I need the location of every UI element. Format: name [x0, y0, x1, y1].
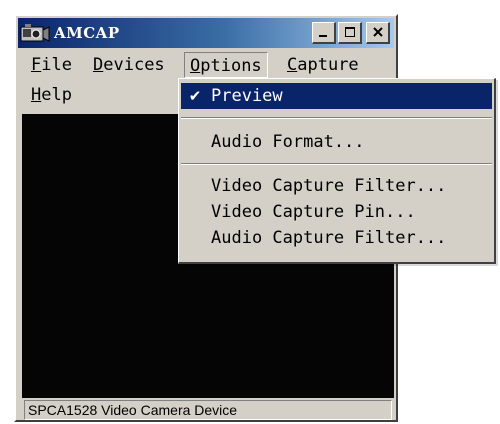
menu-item-audio-format[interactable]: Audio Format...	[181, 129, 492, 155]
menu-help-label: elp	[41, 85, 72, 105]
menu-options[interactable]: Options	[184, 52, 268, 78]
menu-capture[interactable]: Capture	[282, 52, 364, 78]
camera-icon[interactable]	[20, 22, 50, 44]
title-bar[interactable]: AMCAP	[18, 18, 394, 48]
title-buttons	[312, 22, 390, 44]
menu-item-video-capture-pin-label: Video Capture Pin...	[211, 202, 416, 222]
menu-separator	[181, 163, 492, 165]
menu-capture-label: apture	[297, 55, 359, 75]
menu-help-mnemonic: H	[31, 85, 42, 105]
close-icon	[372, 23, 384, 42]
menu-devices-label: evices	[103, 55, 165, 75]
checkmark-icon: ✔	[188, 87, 202, 105]
menu-item-preview[interactable]: ✔ Preview	[181, 83, 492, 109]
menu-help[interactable]: Help	[26, 82, 77, 108]
menu-item-video-capture-pin[interactable]: Video Capture Pin...	[181, 199, 492, 225]
menu-file[interactable]: File	[26, 52, 77, 78]
window-title: AMCAP	[54, 24, 120, 42]
minimize-icon	[318, 23, 330, 42]
options-dropdown-menu: ✔ Preview Audio Format... Video Capture …	[178, 78, 496, 264]
menu-item-video-capture-filter[interactable]: Video Capture Filter...	[181, 173, 492, 199]
menu-separator	[181, 117, 492, 119]
menu-item-preview-label: Preview	[211, 86, 283, 106]
status-text: SPCA1528 Video Camera Device	[28, 402, 238, 418]
menu-item-video-capture-filter-label: Video Capture Filter...	[211, 176, 447, 196]
menu-file-label: ile	[41, 55, 72, 75]
menu-options-label: ptions	[200, 56, 262, 76]
menu-item-audio-capture-filter[interactable]: Audio Capture Filter...	[181, 225, 492, 251]
menu-item-audio-capture-filter-label: Audio Capture Filter...	[211, 228, 447, 248]
close-button[interactable]	[366, 22, 390, 44]
status-bar: SPCA1528 Video Camera Device	[24, 400, 392, 420]
minimize-button[interactable]	[312, 22, 336, 44]
menu-devices-mnemonic: D	[93, 55, 104, 75]
maximize-icon	[344, 23, 356, 42]
menu-file-mnemonic: F	[31, 55, 42, 75]
maximize-button[interactable]	[338, 22, 362, 44]
menu-item-audio-format-label: Audio Format...	[211, 132, 365, 152]
menu-capture-mnemonic: C	[287, 55, 298, 75]
menu-options-mnemonic: O	[190, 56, 201, 76]
menu-devices[interactable]: Devices	[88, 52, 170, 78]
